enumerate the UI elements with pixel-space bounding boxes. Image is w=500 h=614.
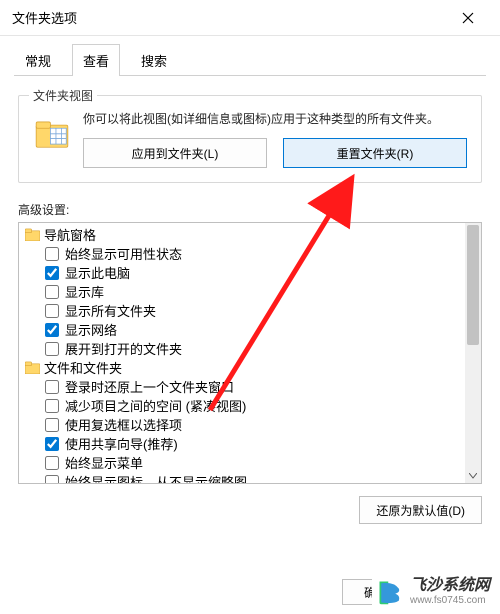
tree-item-checkbox[interactable] <box>45 418 59 432</box>
tree-item[interactable]: 展开到打开的文件夹 <box>23 339 461 358</box>
titlebar: 文件夹选项 <box>0 0 500 36</box>
tree-item[interactable]: 显示所有文件夹 <box>23 301 461 320</box>
tree-category: 导航窗格 <box>23 225 461 244</box>
tree-item-label: 始终显示菜单 <box>65 453 143 472</box>
tree-item-checkbox[interactable] <box>45 380 59 394</box>
watermark-title: 飞沙系统网 <box>410 577 490 595</box>
tab-strip: 常规 查看 搜索 <box>0 36 500 76</box>
tree-item-label: 使用共享向导(推荐) <box>65 434 178 453</box>
tree-item[interactable]: 显示网络 <box>23 320 461 339</box>
tree-item-label: 显示此电脑 <box>65 263 130 282</box>
chevron-down-icon <box>469 473 477 479</box>
tree-item-checkbox[interactable] <box>45 266 59 280</box>
tree-item-label: 显示库 <box>65 282 104 301</box>
watermark: 飞沙系统网 www.fs0745.com <box>372 575 494 608</box>
tree-item-label: 显示网络 <box>65 320 117 339</box>
tree-item[interactable]: 始终显示图标，从不显示缩略图 <box>23 472 461 483</box>
tree-item-checkbox[interactable] <box>45 247 59 261</box>
tree-item-checkbox[interactable] <box>45 399 59 413</box>
scrollbar[interactable] <box>465 223 481 483</box>
tree-item[interactable]: 登录时还原上一个文件夹窗口 <box>23 377 461 396</box>
tree-item[interactable]: 始终显示可用性状态 <box>23 244 461 263</box>
tree-category-label: 文件和文件夹 <box>44 358 122 377</box>
tree-item-label: 始终显示可用性状态 <box>65 244 182 263</box>
folder-icon <box>33 114 71 152</box>
tree-item[interactable]: 显示此电脑 <box>23 263 461 282</box>
tree-item-label: 始终显示图标，从不显示缩略图 <box>65 472 247 483</box>
tree-item[interactable]: 显示库 <box>23 282 461 301</box>
tree-item-checkbox[interactable] <box>45 285 59 299</box>
tab-general[interactable]: 常规 <box>14 44 62 76</box>
tree-item-checkbox[interactable] <box>45 342 59 356</box>
tree-item[interactable]: 使用复选框以选择项 <box>23 415 461 434</box>
scroll-down-arrow[interactable] <box>465 469 481 483</box>
advanced-settings-tree: 导航窗格始终显示可用性状态显示此电脑显示库显示所有文件夹显示网络展开到打开的文件… <box>18 222 482 484</box>
watermark-url: www.fs0745.com <box>410 595 490 606</box>
tab-search[interactable]: 搜索 <box>130 44 178 76</box>
tree-item-label: 显示所有文件夹 <box>65 301 156 320</box>
scrollbar-thumb[interactable] <box>467 225 479 345</box>
tree-item-checkbox[interactable] <box>45 456 59 470</box>
close-icon <box>462 12 474 24</box>
folder-view-description: 你可以将此视图(如详细信息或图标)应用于这种类型的所有文件夹。 <box>83 110 467 128</box>
tree-category-label: 导航窗格 <box>44 225 96 244</box>
tree-item-label: 使用复选框以选择项 <box>65 415 182 434</box>
apply-to-folders-button[interactable]: 应用到文件夹(L) <box>83 138 267 168</box>
tab-view[interactable]: 查看 <box>72 44 120 76</box>
folder-view-group: 文件夹视图 你可以将此视图(如详细信息或图标)应用于这种类型的所有文件夹。 应用… <box>18 95 482 183</box>
tree-item-label: 展开到打开的文件夹 <box>65 339 182 358</box>
folder-small-icon <box>25 228 40 241</box>
tree-item-label: 登录时还原上一个文件夹窗口 <box>65 377 234 396</box>
tree-item-checkbox[interactable] <box>45 323 59 337</box>
tree-item-checkbox[interactable] <box>45 304 59 318</box>
watermark-icon <box>376 578 404 606</box>
tree-item-label: 减少项目之间的空间 (紧凑视图) <box>65 396 246 415</box>
tree-item-checkbox[interactable] <box>45 437 59 451</box>
tree-item-checkbox[interactable] <box>45 475 59 484</box>
tree-category: 文件和文件夹 <box>23 358 461 377</box>
window-title: 文件夹选项 <box>12 8 448 27</box>
tab-content: 文件夹视图 你可以将此视图(如详细信息或图标)应用于这种类型的所有文件夹。 应用… <box>0 77 500 530</box>
tree-item[interactable]: 始终显示菜单 <box>23 453 461 472</box>
folder-view-group-label: 文件夹视图 <box>29 87 97 104</box>
folder-small-icon <box>25 361 40 374</box>
tree-item[interactable]: 使用共享向导(推荐) <box>23 434 461 453</box>
restore-defaults-button[interactable]: 还原为默认值(D) <box>359 496 482 524</box>
close-button[interactable] <box>448 2 488 34</box>
reset-folders-button[interactable]: 重置文件夹(R) <box>283 138 467 168</box>
tree-item[interactable]: 减少项目之间的空间 (紧凑视图) <box>23 396 461 415</box>
advanced-settings-label: 高级设置: <box>18 201 482 218</box>
